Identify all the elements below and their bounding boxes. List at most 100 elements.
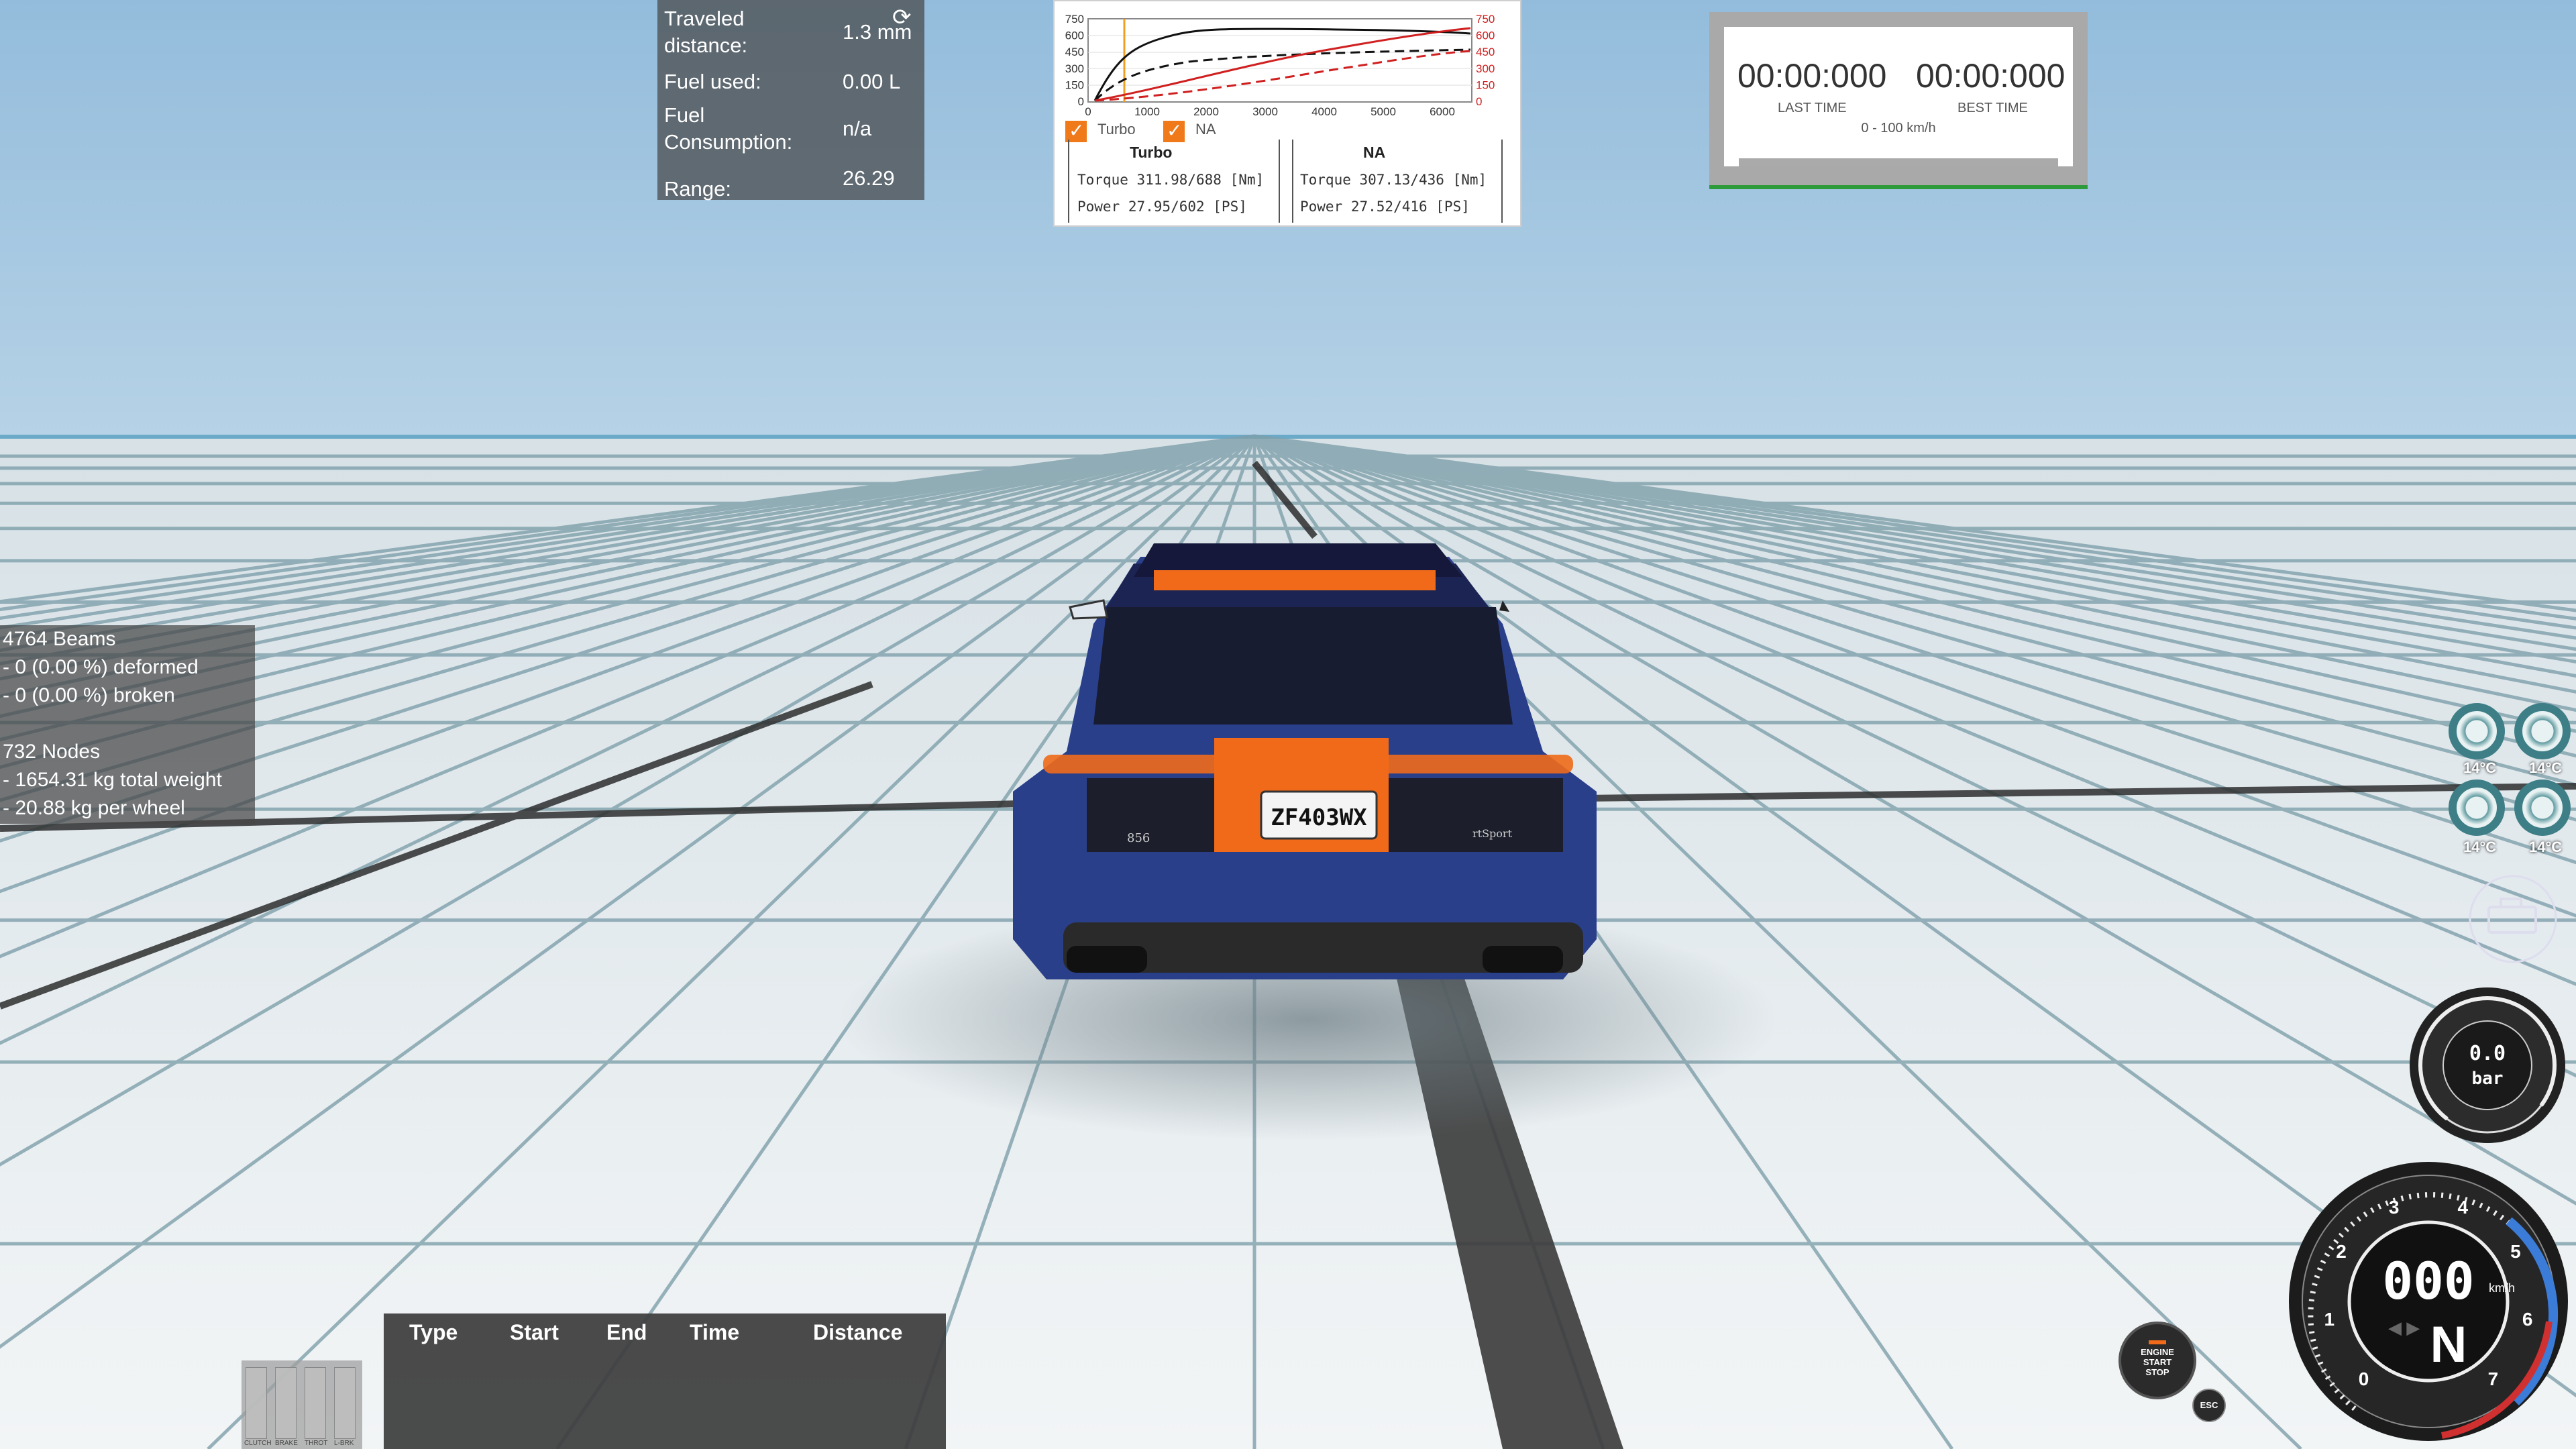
- torque-axis-tick: 300: [1065, 62, 1084, 75]
- beams-broken: - 0 (0.00 %) broken: [3, 684, 175, 706]
- torque-curve-graph: 750 600 450 300 150 0 750 600 450 300 150 0 0 1000 2…: [1065, 13, 1495, 118]
- license-plate: ZF403WX: [1271, 804, 1367, 831]
- turbo-checkbox-label: Turbo: [1097, 121, 1136, 138]
- engine-check-icon: [2469, 875, 2557, 963]
- weight-per-wheel: - 20.88 kg per wheel: [3, 797, 185, 819]
- rpm-tick-label: 2: [2336, 1241, 2347, 1262]
- torque-curve-panel: 750 600 450 300 150 0 750 600 450 300 150 0 0 1000 2…: [1053, 0, 1521, 227]
- engine-start-stop-button[interactable]: ENGINE START STOP: [2118, 1322, 2196, 1399]
- rpm-axis-tick: 5000: [1371, 105, 1396, 118]
- speedometer-gauge: 0 1 2 3 4 5 6 7 000 km/h N ◀ ▶: [2289, 1162, 2568, 1441]
- na-header: NA: [1363, 144, 1386, 161]
- pedal-input-panel: CLUTCH BRAKE THROT L-BRK: [241, 1360, 362, 1449]
- total-weight: - 1654.31 kg total weight: [3, 769, 222, 791]
- tyre-fr-icon: [2514, 703, 2571, 759]
- boost-unit: bar: [2472, 1069, 2504, 1089]
- rpm-axis-tick: 0: [1085, 105, 1091, 118]
- power-axis-tick: 600: [1476, 30, 1495, 42]
- column-header-time: Time: [690, 1320, 740, 1344]
- engine-button-label: ENGINE: [2141, 1347, 2174, 1357]
- torque-axis-tick: 750: [1065, 13, 1084, 25]
- timer-subtitle: 0 - 100 km/h: [1861, 121, 1936, 136]
- trip-computer-panel: Traveled distance: 1.3 mm ⟳ Fuel used: 0…: [657, 0, 924, 201]
- na-checkbox[interactable]: [1163, 119, 1185, 142]
- na-torque: Torque 307.13/436 [Nm]: [1300, 172, 1487, 188]
- fuel-used-value: 0.00 L: [843, 70, 901, 93]
- boost-gauge: 0.0 bar: [2410, 987, 2565, 1143]
- turbo-power: Power 27.95/602 [PS]: [1077, 199, 1247, 215]
- nodes-count: 732 Nodes: [3, 741, 101, 763]
- reset-icon[interactable]: ⟳: [892, 4, 912, 31]
- column-divider: [1501, 140, 1503, 223]
- beams-deformed: - 0 (0.00 %) deformed: [3, 656, 199, 678]
- rpm-tick-label: 7: [2488, 1368, 2499, 1389]
- svg-text:856: 856: [1127, 831, 1150, 845]
- na-checkbox-label: NA: [1195, 121, 1216, 138]
- rpm-axis-tick: 6000: [1430, 105, 1455, 118]
- tyre-temp: 14°C: [2529, 839, 2563, 855]
- tyre-temp: 14°C: [2463, 759, 2497, 776]
- rpm-axis-tick: 2000: [1193, 105, 1219, 118]
- turbo-torque: Torque 311.98/688 [Nm]: [1077, 172, 1265, 188]
- power-axis-tick: 750: [1476, 13, 1495, 25]
- best-time-value: 00:00:000: [1916, 57, 2065, 95]
- last-time-value: 00:00:000: [1737, 57, 1887, 95]
- rpm-tick-label: 6: [2522, 1309, 2533, 1330]
- gear-indicator: N: [2430, 1316, 2467, 1373]
- rpm-axis-tick: 4000: [1311, 105, 1337, 118]
- tyre-rl-icon: [2449, 780, 2505, 836]
- drag-data-table: Type Start End Time Distance: [384, 1313, 946, 1449]
- column-header-end: End: [606, 1320, 647, 1344]
- traveled-distance-label: Traveled distance:: [664, 7, 748, 57]
- speed-value: 000: [2382, 1251, 2474, 1311]
- power-axis-tick: 300: [1476, 62, 1495, 75]
- rpm-axis-tick: 3000: [1252, 105, 1278, 118]
- torque-axis-tick: 0: [1078, 95, 1084, 108]
- range-value: 26.29: [843, 166, 895, 190]
- column-divider: [1292, 140, 1293, 223]
- last-time-label: LAST TIME: [1778, 101, 1847, 115]
- tyre-fl-icon: [2449, 703, 2505, 759]
- column-divider: [1279, 140, 1280, 223]
- parking-brake-bar: [334, 1367, 356, 1439]
- na-power: Power 27.52/416 [PS]: [1300, 199, 1470, 215]
- column-header-distance: Distance: [813, 1320, 903, 1344]
- power-axis-tick: 150: [1476, 78, 1495, 91]
- svg-text:rtSport: rtSport: [1472, 827, 1513, 840]
- engine-button-label: START: [2143, 1357, 2172, 1367]
- rpm-axis-tick: 1000: [1134, 105, 1160, 118]
- power-axis-tick: 0: [1476, 95, 1482, 108]
- rpm-tick-label: 4: [2458, 1197, 2469, 1218]
- rpm-tick-label: 3: [2389, 1197, 2400, 1218]
- rpm-tick-label: 5: [2510, 1241, 2521, 1262]
- turn-signals-icon: ◀ ▶: [2388, 1318, 2420, 1338]
- pedal-label: L-BRK: [334, 1440, 354, 1447]
- tyre-temp: 14°C: [2463, 839, 2497, 855]
- tyre-rr-icon: [2514, 780, 2571, 836]
- rpm-tick-label: 1: [2324, 1309, 2334, 1330]
- turbo-header: Turbo: [1130, 144, 1173, 161]
- esc-button[interactable]: ESC: [2192, 1389, 2226, 1422]
- best-time-label: BEST TIME: [1957, 101, 2028, 115]
- brake-pedal-bar: [275, 1367, 297, 1439]
- fuel-consumption-label: Fuel Consumption:: [664, 103, 793, 154]
- rpm-tick-label: 0: [2359, 1368, 2369, 1389]
- acceleration-timer-panel: 00:00:000 00:00:000 LAST TIME BEST TIME …: [1709, 12, 2088, 189]
- pedal-label: THROT: [305, 1440, 328, 1447]
- column-header-start: Start: [510, 1320, 559, 1344]
- pedal-label: CLUTCH: [244, 1440, 272, 1447]
- beam-stats-panel: 4764 Beams - 0 (0.00 %) deformed - 0 (0.…: [0, 625, 255, 824]
- throttle-pedal-bar: [305, 1367, 326, 1439]
- torque-axis-tick: 150: [1065, 78, 1084, 91]
- torque-axis-tick: 450: [1065, 46, 1084, 58]
- beams-count: 4764 Beams: [3, 628, 116, 650]
- torque-axis-tick: 600: [1065, 30, 1084, 42]
- range-label: Range:: [664, 177, 731, 201]
- column-header-type: Type: [409, 1320, 458, 1344]
- engine-button-label: STOP: [2145, 1367, 2169, 1377]
- column-divider: [1068, 140, 1069, 223]
- tyre-temp: 14°C: [2529, 759, 2563, 776]
- power-axis-tick: 450: [1476, 46, 1495, 58]
- clutch-pedal-bar: [246, 1367, 267, 1439]
- engine-indicator: [2149, 1340, 2166, 1344]
